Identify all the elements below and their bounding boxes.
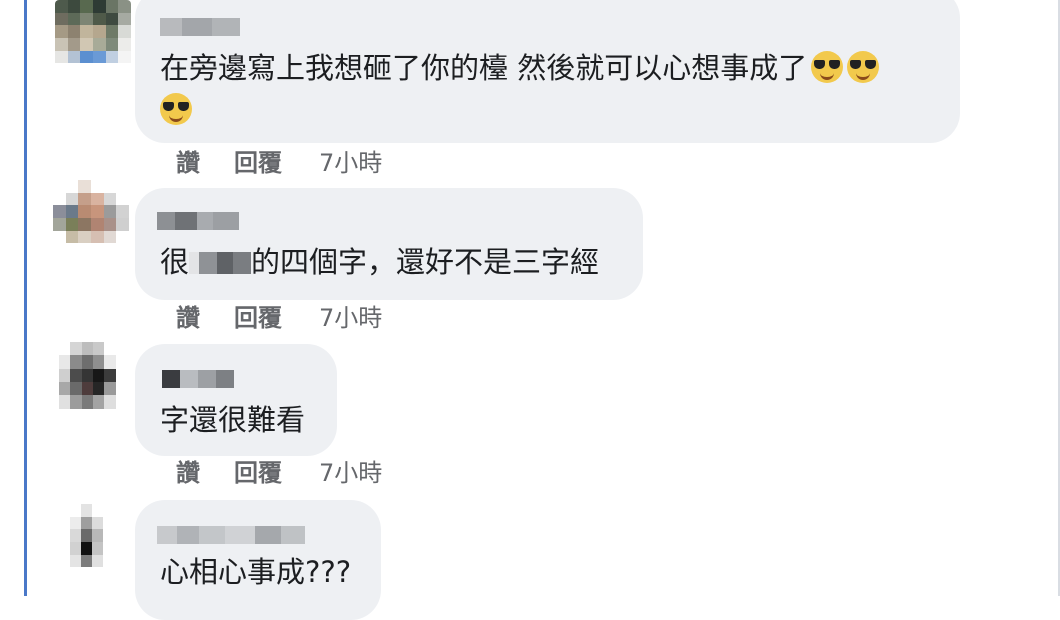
redacted-author-name[interactable] [157, 212, 239, 230]
redacted-word [189, 252, 252, 274]
comment-bubble: 心相心事成??? [135, 500, 381, 620]
avatar[interactable] [53, 180, 129, 256]
sunglasses-emoji-icon [160, 93, 192, 125]
comment-text-end: 的四個字，還好不是三字經 [251, 245, 600, 279]
comment-bubble: 字還很難看 [135, 344, 337, 456]
comment-text: 字還很難看 [160, 398, 305, 442]
reply-link[interactable]: 回覆 [234, 148, 282, 178]
comment-timestamp[interactable]: 7小時 [319, 303, 382, 333]
comment-timestamp[interactable]: 7小時 [319, 148, 382, 178]
comment: 在旁邊寫上我想砸了你的檯 然後就可以心想事成了 讚 回覆 7小時 [0, 0, 1060, 190]
redacted-author-name[interactable] [162, 370, 234, 388]
comment-text-line: 心相心事成??? [160, 555, 352, 589]
comment: 字還很難看 讚 回覆 7小時 [0, 338, 1060, 498]
comment-text: 心相心事成??? [160, 550, 351, 594]
comment-timestamp[interactable]: 7小時 [319, 458, 382, 488]
redacted-author-name[interactable] [160, 18, 240, 36]
avatar[interactable] [59, 504, 125, 580]
like-link[interactable]: 讚 [176, 458, 200, 488]
like-link[interactable]: 讚 [176, 303, 200, 333]
comment-bubble: 很 的四個字，還好不是三字經 [135, 188, 643, 300]
comment-text: 在旁邊寫上我想砸了你的檯 然後就可以心想事成了 [160, 46, 880, 90]
comment-text-line: 字還很難看 [160, 403, 306, 437]
comment-bubble: 在旁邊寫上我想砸了你的檯 然後就可以心想事成了 [135, 0, 960, 143]
sunglasses-emoji-icon [847, 51, 880, 83]
comment-text-start: 很 [160, 245, 190, 279]
sunglasses-emoji-icon [811, 51, 844, 83]
comment: 很 的四個字，還好不是三字經 讚 回覆 7小時 [0, 180, 1060, 340]
comment: 心相心事成??? [0, 496, 1060, 620]
comment-text-line-2 [160, 88, 192, 132]
like-link[interactable]: 讚 [176, 148, 200, 178]
reply-link[interactable]: 回覆 [234, 303, 282, 333]
redacted-author-name[interactable] [157, 526, 305, 544]
comment-text: 很 的四個字，還好不是三字經 [160, 240, 599, 284]
avatar[interactable] [59, 342, 127, 422]
comment-text-line: 在旁邊寫上我想砸了你的檯 然後就可以心想事成了 [160, 51, 808, 85]
avatar[interactable] [55, 0, 131, 76]
reply-link[interactable]: 回覆 [234, 458, 282, 488]
